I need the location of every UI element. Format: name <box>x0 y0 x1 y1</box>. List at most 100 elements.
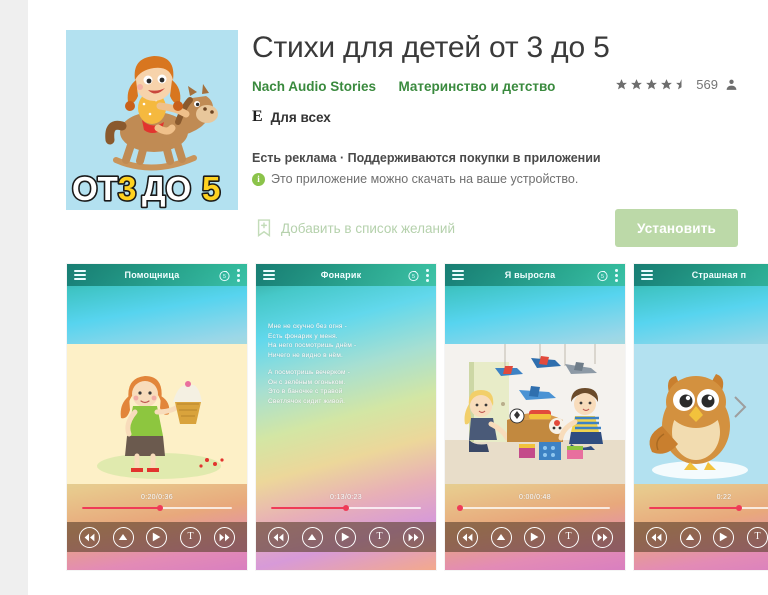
screenshot-appbar: Страшная п <box>634 264 768 286</box>
playback-time: 0:13/0:23 <box>330 493 362 501</box>
screenshot-player: 0:13/0:23 <box>256 480 436 522</box>
screenshot-appbar: Я выросла 5 <box>445 264 625 286</box>
svg-text:5: 5 <box>223 274 226 280</box>
timer-icon: 5 <box>597 270 608 281</box>
info-icon: i <box>252 172 265 186</box>
seek-bar[interactable] <box>457 504 610 511</box>
playback-time: 0:22 <box>716 493 732 501</box>
hamburger-icon <box>74 270 86 280</box>
fast-forward-icon <box>591 526 613 548</box>
screenshot-carousel[interactable]: Помощница 5 0:20/0:36 T Фонарик 5 Мне не… <box>28 240 768 595</box>
carousel-next-button[interactable] <box>730 392 750 422</box>
timer-icon: 5 <box>219 270 230 281</box>
text-toggle-icon: T <box>747 526 768 548</box>
screenshot-title: Страшная п <box>691 270 747 280</box>
stop-triangle-icon <box>679 526 701 548</box>
ads-and-purchases-note: Есть реклама · Поддерживаются покупки в … <box>252 151 601 165</box>
screenshot-illustration <box>445 344 625 484</box>
text-toggle-icon: T <box>180 526 202 548</box>
category-link[interactable]: Материнство и детство <box>398 79 555 94</box>
bookmark-add-icon <box>257 219 271 237</box>
app-header-info: Стихи для детей от 3 до 5 Nach Audio Sto… <box>252 30 738 248</box>
app-details-card: ОТ 3 ДО 5 Стихи для детей от 3 до 5 Nach… <box>28 0 768 595</box>
rewind-icon <box>79 526 101 548</box>
play-icon <box>146 526 168 548</box>
app-meta-row: Nach Audio Stories Материнство и детство <box>252 77 738 96</box>
wishlist-label: Добавить в список желаний <box>281 220 456 236</box>
screenshot-appbar: Помощница 5 <box>67 264 247 286</box>
screenshot-title: Помощница <box>124 270 180 280</box>
star-icon <box>616 79 628 90</box>
playback-time: 0:20/0:36 <box>141 493 173 501</box>
screenshot-player: 0:22 <box>634 480 768 522</box>
hamburger-icon <box>452 270 464 280</box>
poem-stanza: А посмотришь вечерком - Он с зелёным ого… <box>268 369 351 405</box>
availability-text: Это приложение можно скачать на ваше уст… <box>271 172 579 186</box>
screenshot-thumbnail[interactable]: Фонарик 5 Мне не скучно без огня - Есть … <box>256 264 436 570</box>
availability-row: i Это приложение можно скачать на ваше у… <box>252 172 738 186</box>
screenshot-controls: T <box>256 522 436 552</box>
add-to-wishlist-button[interactable]: Добавить в список желаний <box>252 213 459 243</box>
svg-text:5: 5 <box>412 274 415 280</box>
rewind-icon <box>457 526 479 548</box>
poem-stanza: Мне не скучно без огня - Есть фонарик у … <box>268 323 357 359</box>
timer-icon: 5 <box>408 270 419 281</box>
hamburger-icon <box>641 270 653 280</box>
chevron-right-icon <box>734 396 747 418</box>
rewind-icon <box>268 526 290 548</box>
screenshot-illustration <box>67 344 247 484</box>
star-icon <box>631 79 643 90</box>
stop-triangle-icon <box>301 526 323 548</box>
svg-text:ОТ: ОТ <box>72 170 118 207</box>
screenshot-title: Фонарик <box>320 270 362 280</box>
screenshot-player: 0:20/0:36 <box>67 480 247 522</box>
screenshot-appbar: Фонарик 5 <box>256 264 436 286</box>
screenshot-controls: T <box>634 522 768 552</box>
text-toggle-icon: T <box>558 526 580 548</box>
seek-bar[interactable] <box>82 504 232 511</box>
screenshot-thumbnail[interactable]: Я выросла 5 0:00/0:48 T <box>445 264 625 570</box>
screenshot-title: Я выросла <box>504 270 556 280</box>
kebab-menu-icon <box>237 268 240 282</box>
play-store-page: ОТ 3 ДО 5 Стихи для детей от 3 до 5 Nach… <box>0 0 768 595</box>
playback-time: 0:00/0:48 <box>519 493 551 501</box>
hamburger-icon <box>263 270 275 280</box>
text-toggle-icon: T <box>369 526 391 548</box>
page-title: Стихи для детей от 3 до 5 <box>252 31 610 64</box>
app-icon: ОТ 3 ДО 5 <box>66 30 238 210</box>
svg-text:3: 3 <box>118 170 136 207</box>
play-icon <box>713 526 735 548</box>
screenshot-controls: T <box>445 522 625 552</box>
screenshot-player: 0:00/0:48 <box>445 480 625 522</box>
play-icon <box>524 526 546 548</box>
stop-triangle-icon <box>112 526 134 548</box>
content-rating-label: Для всех <box>270 109 331 125</box>
star-icon <box>661 79 673 90</box>
person-icon <box>726 79 737 90</box>
esrb-badge: E <box>252 108 263 125</box>
svg-text:5: 5 <box>601 274 604 280</box>
svg-text:5: 5 <box>202 170 220 207</box>
play-icon <box>335 526 357 548</box>
seek-bar[interactable] <box>649 504 768 511</box>
star-rating <box>615 78 688 91</box>
stop-triangle-icon <box>490 526 512 548</box>
screenshot-thumbnail[interactable]: Помощница 5 0:20/0:36 T <box>67 264 247 570</box>
fast-forward-icon <box>213 526 235 548</box>
seek-bar[interactable] <box>271 504 421 511</box>
app-details-header: ОТ 3 ДО 5 Стихи для детей от 3 до 5 Nach… <box>28 0 768 247</box>
rating-count: 569 <box>696 77 718 92</box>
fast-forward-icon <box>402 526 424 548</box>
developer-link[interactable]: Nach Audio Stories <box>252 79 376 94</box>
rating-summary[interactable]: 569 <box>615 77 738 92</box>
screenshot-controls: T <box>67 522 247 552</box>
kebab-menu-icon <box>615 268 618 282</box>
screenshot-track: Помощница 5 0:20/0:36 T Фонарик 5 Мне не… <box>67 264 768 570</box>
star-icon <box>646 79 658 90</box>
half-star-icon <box>676 79 682 90</box>
rewind-icon <box>646 526 668 548</box>
poem-text: Мне не скучно без огня - Есть фонарик у … <box>268 322 428 406</box>
kebab-menu-icon <box>426 268 429 282</box>
svg-text:ДО: ДО <box>142 170 191 207</box>
content-rating-row[interactable]: E Для всех <box>252 109 738 125</box>
